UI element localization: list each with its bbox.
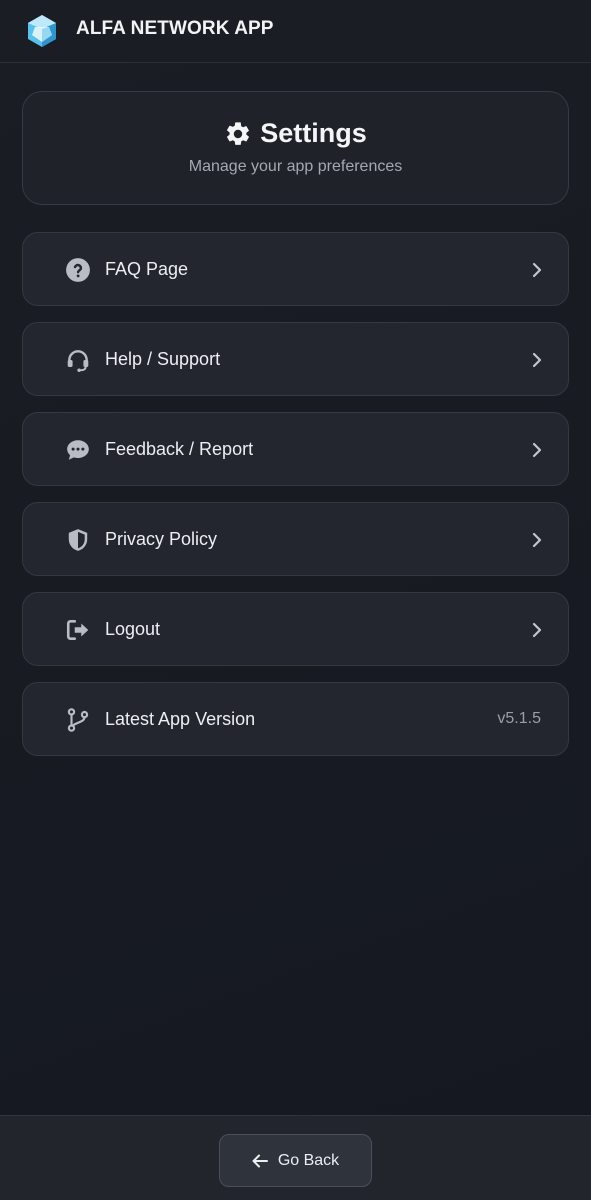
menu-item-feedback-report[interactable]: Feedback / Report [22,412,569,486]
headset-icon [67,350,89,373]
bottom-bar: Go Back [0,1115,591,1200]
chevron-right-icon [532,262,542,278]
chevron-right-icon [532,622,542,638]
page-subtitle: Manage your app preferences [188,158,403,175]
chevron-right-icon [532,352,542,368]
code-branch-icon [67,708,89,732]
menu-item-label: Privacy Policy [105,529,218,549]
chevron-right-icon [532,442,542,458]
menu-item-logout[interactable]: Logout [22,592,569,666]
shield-icon [68,529,88,551]
question-circle-icon [66,258,90,282]
app-logo-icon [28,15,56,47]
menu-item-label: Feedback / Report [105,439,254,459]
menu-item-label: Logout [105,619,161,639]
page-title: Settings [260,118,367,148]
go-back-label: Go Back [277,1151,340,1169]
chat-bubble-icon [67,440,89,460]
menu-item-app-version: Latest App Version v5.1.5 [22,682,569,756]
logout-icon [66,620,89,640]
arrow-left-icon [252,1154,268,1167]
menu-item-label: FAQ Page [105,259,189,279]
menu-item-help-support[interactable]: Help / Support [22,322,569,396]
settings-title-row: Settings [0,118,591,149]
top-app-bar: ALFA NETWORK APP [0,0,591,63]
chevron-right-icon [532,532,542,548]
menu-item-label: Latest App Version [105,709,256,729]
menu-item-label: Help / Support [105,349,221,369]
app-title: ALFA NETWORK APP [76,18,274,39]
gear-icon [227,121,250,145]
app-version-value: v5.1.5 [497,710,541,727]
menu-item-privacy-policy[interactable]: Privacy Policy [22,502,569,576]
menu-item-faq[interactable]: FAQ Page [22,232,569,306]
go-back-button[interactable]: Go Back [219,1134,372,1187]
